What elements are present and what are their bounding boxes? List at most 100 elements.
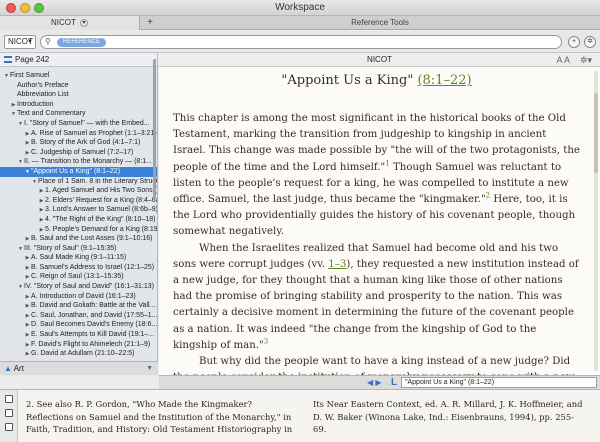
disclosure-open-icon[interactable]: ▼ [17, 283, 24, 292]
new-tab-button[interactable]: + [144, 16, 156, 30]
disclosure-closed-icon[interactable]: ▶ [24, 350, 31, 359]
verse-link[interactable]: 1–3 [328, 259, 346, 270]
toc-item[interactable]: ▶ A. Rise of Samuel as Prophet (1:1–3:21) [0, 129, 157, 139]
toc-item[interactable]: ▶ A. Saul Made King (9:1–11:15) [0, 253, 157, 263]
disclosure-closed-icon[interactable]: ▶ [38, 187, 45, 196]
disclosure-closed-icon[interactable]: ▶ [24, 130, 31, 139]
toc-item[interactable]: ▶ D. Saul Becomes David's Enemy (18:6... [0, 320, 157, 330]
toc-item[interactable]: ▶ B. Story of the Ark of God (4:1–7:1) [0, 138, 157, 148]
disclosure-closed-icon[interactable]: ▶ [24, 254, 31, 263]
disclosure-open-icon[interactable]: ▼ [3, 72, 10, 81]
reader-pane: NICOT A A ✲▾ "Appoint Us a King" (8:1–22… [159, 53, 600, 375]
toc-item[interactable]: ▶ C. Saul, Jonathan, and David (17:55–1..… [0, 311, 157, 321]
disclosure-closed-icon[interactable]: ▶ [24, 312, 31, 321]
disclosure-closed-icon[interactable]: ▶ [24, 321, 31, 330]
chevron-down-icon[interactable]: ▼ [146, 362, 153, 375]
disclosure-closed-icon[interactable]: ▶ [38, 197, 45, 206]
toc-item[interactable]: ▼First Samuel [0, 71, 157, 81]
toc-item[interactable]: ▼IV. "Story of Saul and David" (16:1–31:… [0, 282, 157, 292]
toc-item[interactable]: ▶ 3. Lord's Answer to Samuel (8:6b–9) [0, 205, 157, 215]
toc-item[interactable]: ▶ C. Reign of Saul (13:1–15:35) [0, 272, 157, 282]
footnote-panel: 2. See also R. P. Gordon, "Who Made the … [0, 389, 600, 442]
disclosure-closed-icon[interactable]: ▶ [38, 226, 45, 235]
toc-item[interactable]: ▶ F. David's Flight to Ahimelech (21:1–9) [0, 340, 157, 350]
tab-nicot[interactable]: NICOT ▾ [0, 16, 140, 30]
paragraph-3: But why did the people want to have a ki… [173, 356, 574, 375]
add-icon[interactable]: + [568, 36, 580, 48]
toc-item-label: 2. Elders' Request for a King (8:4–6a) [45, 196, 157, 204]
disclosure-closed-icon[interactable]: ▶ [24, 302, 31, 311]
toc-item[interactable]: ▶ 1. Aged Samuel and His Two Sons (... [0, 186, 157, 196]
up-arrow-icon[interactable]: ▲ [4, 364, 12, 373]
copy-icon[interactable] [5, 409, 13, 417]
toc-item[interactable]: ▼II. — Transition to the Monarchy — (8:1… [0, 157, 157, 167]
toc-item[interactable]: ▶ B. Samuel's Address to Israel (12:1–25) [0, 263, 157, 273]
disclosure-closed-icon[interactable]: ▶ [24, 273, 31, 282]
disclosure-closed-icon[interactable]: ▶ [24, 235, 31, 244]
gear-icon[interactable]: ✲ [584, 36, 596, 48]
disclosure-open-icon[interactable]: ▼ [24, 168, 31, 177]
footnote-link-3[interactable]: 3 [264, 337, 268, 345]
toc-item[interactable]: ▶ B. Saul and the Lost Asses (9:1–10:16) [0, 234, 157, 244]
toc-item-label: Introduction [17, 100, 54, 108]
sidebar-scrollbar[interactable] [153, 59, 156, 199]
note-icon[interactable] [5, 395, 13, 403]
panel-subtitle: Reference Tools [351, 18, 409, 27]
disclosure-open-icon[interactable]: ▼ [17, 158, 24, 167]
toc-item-label: "Appoint Us a King" (8:1–22) [31, 167, 121, 175]
font-size-button[interactable]: A A [556, 53, 570, 67]
disclosure-closed-icon[interactable]: ▶ [24, 264, 31, 273]
tab-bar: NICOT ▾ + Reference Tools [0, 16, 600, 30]
toc-item[interactable]: ▼I. "Story of Samuel" — with the Embed..… [0, 119, 157, 129]
toc-item-label: IV. "Story of Saul and David" (16:1–31:1… [24, 283, 155, 291]
reader-scrollbar[interactable] [594, 93, 598, 173]
contents-list-icon[interactable] [4, 56, 12, 64]
toc-item-label: Abbreviation List [17, 91, 69, 99]
location-icon: L [391, 377, 398, 388]
reader-content: "Appoint Us a King" (8:1–22) This chapte… [159, 67, 590, 375]
toc-item[interactable]: ▶ A. Introduction of David (16:1–23) [0, 292, 157, 302]
toc-item[interactable]: ▶ C. Judgeship of Samuel (7:2–17) [0, 148, 157, 158]
disclosure-open-icon[interactable]: ▼ [17, 245, 24, 254]
toc-item-label: B. Saul and the Lost Asses (9:1–10:16) [31, 235, 153, 243]
disclosure-closed-icon[interactable]: ▶ [24, 341, 31, 350]
print-icon[interactable] [5, 423, 13, 431]
reader-settings-icon[interactable]: ✲▾ [580, 53, 592, 67]
toc-item-label: C. Saul, Jonathan, and David (17:55–1... [31, 311, 157, 319]
toc-item[interactable]: ▶ Introduction [0, 100, 157, 110]
toc-item[interactable]: ▼III. "Story of Saul" (9:1–15:35) [0, 244, 157, 254]
toc-item[interactable]: ▼"Appoint Us a King" (8:1–22) [0, 166, 157, 177]
toc-item[interactable]: Author's Preface [0, 81, 157, 91]
toc-item-label: III. "Story of Saul" (9:1–15:35) [24, 244, 117, 252]
disclosure-open-icon[interactable]: ▼ [31, 178, 38, 187]
tab-menu-icon[interactable]: ▾ [79, 18, 88, 27]
toc-item[interactable]: ▶ B. David and Goliath: Battle at the Val… [0, 301, 157, 311]
reference-input[interactable]: ⚲ REFERENCE [40, 35, 562, 49]
resource-selector[interactable]: NICOT ▼ [4, 35, 36, 49]
toc-item[interactable]: ▶ G. David at Adullam (21:10–22:5) [0, 349, 157, 359]
toc-item[interactable]: ▼Text and Commentary [0, 109, 157, 119]
disclosure-closed-icon[interactable]: ▶ [24, 149, 31, 158]
nav-arrows-icon[interactable]: ◀ ▶ [367, 376, 382, 389]
toc-item[interactable]: ▶ 2. Elders' Request for a King (8:4–6a) [0, 196, 157, 206]
toc-item[interactable]: Abbreviation List [0, 90, 157, 100]
disclosure-closed-icon[interactable]: ▶ [38, 206, 45, 215]
disclosure-closed-icon[interactable]: ▶ [24, 293, 31, 302]
toc-item[interactable]: ▶ 4. "The Right of the King" (8:10–18) [0, 215, 157, 225]
toc-item[interactable]: ▼Place of 1 Sam. 8 in the Literary Struc… [0, 177, 157, 187]
toc-item-label: 5. People's Demand for a King (8:19... [45, 225, 157, 233]
disclosure-open-icon[interactable]: ▼ [17, 120, 24, 129]
toc-item[interactable]: ▶ 5. People's Demand for a King (8:19... [0, 225, 157, 235]
chapter-ref-link[interactable]: (8:1–22) [417, 73, 471, 88]
toc-item-label: II. — Transition to the Monarchy — (8:1.… [24, 158, 152, 166]
disclosure-closed-icon[interactable]: ▶ [24, 139, 31, 148]
disclosure-closed-icon[interactable]: ▶ [38, 216, 45, 225]
toc-item-label: D. Saul Becomes David's Enemy (18:6... [31, 321, 157, 329]
disclosure-closed-icon[interactable]: ▶ [24, 331, 31, 340]
disclosure-open-icon[interactable]: ▼ [10, 110, 17, 119]
toc-item[interactable]: ▶ E. Saul's Attempts to Kill David (19:1–… [0, 330, 157, 340]
disclosure-closed-icon[interactable]: ▶ [10, 101, 17, 110]
footnote-toolbar [0, 390, 18, 442]
location-field[interactable]: "Appoint Us a King" (8:1–22) [401, 377, 597, 388]
reference-token[interactable]: REFERENCE [57, 38, 107, 47]
